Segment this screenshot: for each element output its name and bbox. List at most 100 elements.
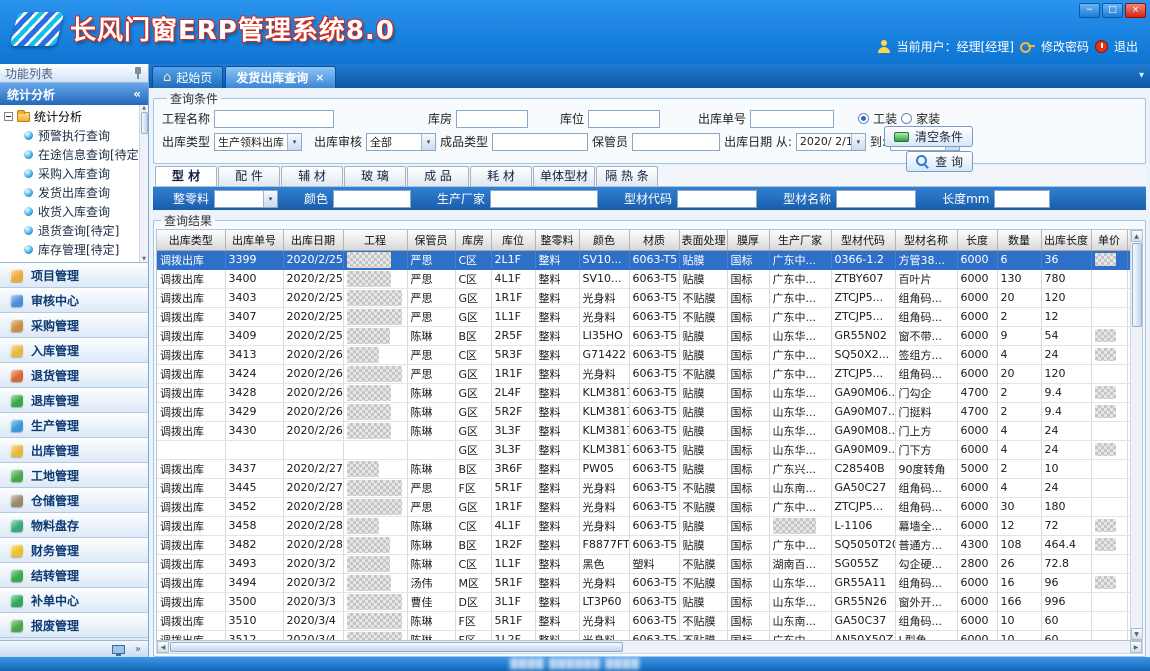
- change-password-link[interactable]: 修改密码: [1041, 38, 1089, 55]
- material-tab-3[interactable]: 辅 材: [281, 166, 343, 186]
- table-row[interactable]: 调拨出库34242020/2/26工地共工程严思G区1R1F整料光身料6063-…: [157, 364, 1130, 383]
- material-tab-7[interactable]: 单体型材: [533, 166, 595, 186]
- sidebar-item-warehouse[interactable]: 仓储管理: [0, 488, 148, 513]
- table-row[interactable]: 调拨出库34282020/2/26石家庄城陈琳G区2L4F整料KLM381760…: [157, 383, 1130, 402]
- tree-item[interactable]: 库存管理[待定]: [0, 240, 148, 259]
- column-header[interactable]: 库位: [491, 230, 535, 250]
- profile-name-input[interactable]: [836, 190, 916, 208]
- keeper-input[interactable]: [632, 133, 720, 151]
- scroll-left-icon[interactable]: ◀: [157, 641, 169, 653]
- sidebar-item-audit[interactable]: 审核中心: [0, 288, 148, 313]
- column-header[interactable]: 单价: [1091, 230, 1127, 250]
- table-row[interactable]: 调拨出库34032020/2/25工地共工程严思G区1R1F整料光身料6063-…: [157, 288, 1130, 307]
- sidebar-item-return-store[interactable]: 退库管理: [0, 388, 148, 413]
- sidebar-item-production[interactable]: 生产管理: [0, 413, 148, 438]
- table-row[interactable]: 调拨出库34582020/2/28华海...陈琳C区4L1F整料光身料6063-…: [157, 516, 1130, 535]
- column-header[interactable]: 颜色: [579, 230, 629, 250]
- column-header[interactable]: 膜厚: [727, 230, 769, 250]
- tree-scrollbar[interactable]: ▲ ▼: [139, 105, 148, 262]
- column-header[interactable]: 库房: [455, 230, 491, 250]
- column-header[interactable]: 材质: [629, 230, 679, 250]
- clear-conditions-button[interactable]: 清空条件: [884, 126, 973, 147]
- tree-item[interactable]: 预警执行查询: [0, 126, 148, 145]
- sidebar-item-supplement[interactable]: 补单中心: [0, 588, 148, 613]
- sidebar-item-scrap[interactable]: 报废管理: [0, 613, 148, 638]
- table-row[interactable]: 调拨出库34302020/2/26石家庄城陈琳G区3L3F整料KLM381760…: [157, 421, 1130, 440]
- expander-icon[interactable]: [4, 112, 13, 121]
- length-input[interactable]: [994, 190, 1050, 208]
- date-from-select[interactable]: 2020/ 2/16 ▾: [796, 133, 866, 151]
- table-row[interactable]: 调拨出库34932020/3/2华海源...陈琳C区1L1F整料黑色塑料不贴膜国…: [157, 554, 1130, 573]
- profile-code-input[interactable]: [677, 190, 757, 208]
- table-row[interactable]: 调拨出库34452020/2/27工地共工程严思F区5R1F整料光身料6063-…: [157, 478, 1130, 497]
- tree-item[interactable]: 退货查询[待定]: [0, 221, 148, 240]
- table-row[interactable]: 调拨出库34132020/2/26南海...严思C区5R3F整料G7142260…: [157, 345, 1130, 364]
- search-button[interactable]: 查 询: [906, 151, 973, 172]
- scroll-down-icon[interactable]: ▼: [142, 256, 146, 262]
- material-tab-2[interactable]: 配 件: [218, 166, 280, 186]
- column-header[interactable]: 表面处理: [679, 230, 727, 250]
- maximize-button[interactable]: □: [1102, 3, 1123, 18]
- tab-home[interactable]: ⌂ 起始页: [152, 66, 223, 88]
- horizontal-scrollbar[interactable]: ◀ ▶: [156, 641, 1143, 654]
- outbound-type-select[interactable]: 生产领料出库 ▾: [214, 133, 302, 151]
- whole-part-select[interactable]: 全部 ▾: [214, 190, 278, 208]
- material-tab-4[interactable]: 玻 璃: [344, 166, 406, 186]
- product-type-input[interactable]: [492, 133, 588, 151]
- tab-overflow-icon[interactable]: ▾: [1139, 70, 1144, 81]
- sidebar-item-return-goods[interactable]: 退货管理: [0, 363, 148, 388]
- audit-select[interactable]: 全部 ▾: [366, 133, 436, 151]
- logout-link[interactable]: 退出: [1114, 38, 1138, 55]
- warehouse-input[interactable]: [456, 110, 528, 128]
- tab-close-icon[interactable]: ×: [313, 71, 324, 84]
- tree-root-statistics[interactable]: 统计分析: [0, 107, 148, 126]
- column-header[interactable]: 出库日期: [283, 230, 343, 250]
- pin-icon[interactable]: [133, 67, 143, 80]
- material-tab-6[interactable]: 耗 材: [470, 166, 532, 186]
- table-row[interactable]: 调拨出库34092020/2/25长沙网...陈琳B区2R5F整料LI35HO6…: [157, 326, 1130, 345]
- column-header[interactable]: 保管员: [407, 230, 455, 250]
- table-row[interactable]: 调拨出库35102020/3/4工地共工程陈琳F区5R1F整料光身料6063-T…: [157, 611, 1130, 630]
- order-no-input[interactable]: [750, 110, 834, 128]
- vertical-scroll-thumb[interactable]: [1132, 243, 1142, 327]
- scroll-thumb[interactable]: [141, 112, 148, 134]
- sidebar-item-inventory[interactable]: 物料盘存: [0, 513, 148, 538]
- scroll-down-icon[interactable]: ▼: [1131, 628, 1143, 640]
- column-header[interactable]: 型材代码: [831, 230, 895, 250]
- tree-item[interactable]: 在途信息查询[待定]: [0, 145, 148, 164]
- column-header[interactable]: 出库类型: [157, 230, 225, 250]
- sidebar-item-carryover[interactable]: 结转管理: [0, 563, 148, 588]
- tab-shipping-outbound-query[interactable]: 发货出库查询 ×: [225, 66, 335, 88]
- table-row[interactable]: 调拨出库34942020/3/2石家辉城汤伟M区5R1F整料光身料6063-T5…: [157, 573, 1130, 592]
- column-header[interactable]: 长度: [957, 230, 997, 250]
- radio-homewear[interactable]: 家装: [901, 110, 940, 127]
- column-header[interactable]: 整零料: [535, 230, 579, 250]
- radio-workwear[interactable]: 工装: [858, 110, 897, 127]
- material-tab-8[interactable]: 隔 热 条: [596, 166, 658, 186]
- tree-item[interactable]: 收货入库查询: [0, 202, 148, 221]
- sidebar-item-site[interactable]: 工地管理: [0, 463, 148, 488]
- table-row[interactable]: 调拨出库34522020/2/28工地共工程严思G区1R1F整料光身料6063-…: [157, 497, 1130, 516]
- sidebar-item-project[interactable]: 项目管理: [0, 263, 148, 288]
- chevrons-right-icon[interactable]: »: [135, 644, 141, 655]
- table-row[interactable]: 调拨出库34822020/2/28华海源...陈琳B区1R2F整料F8877FT…: [157, 535, 1130, 554]
- scroll-up-icon[interactable]: ▲: [142, 105, 146, 111]
- table-row[interactable]: 调拨出库35002020/3/3工地共工程曹佳D区3L1F整料LT3P60606…: [157, 592, 1130, 611]
- column-header[interactable]: 出库长度: [1041, 230, 1091, 250]
- monitor-icon[interactable]: [112, 645, 125, 654]
- table-row[interactable]: 调拨出库33992020/2/25华海源城严思C区2L1F整料SV10...60…: [157, 250, 1130, 269]
- table-row[interactable]: 调拨出库35122020/3/4工地共工程陈琳F区1L2F整料光身料6063-T…: [157, 630, 1130, 640]
- scroll-up-icon[interactable]: ▲: [1131, 230, 1143, 242]
- column-header[interactable]: 工程: [343, 230, 407, 250]
- horizontal-scroll-thumb[interactable]: [170, 642, 623, 652]
- sidebar-item-outbound[interactable]: 出库管理: [0, 438, 148, 463]
- material-tab-5[interactable]: 成 品: [407, 166, 469, 186]
- minimize-button[interactable]: −: [1079, 3, 1100, 18]
- sidebar-item-purchase[interactable]: 采购管理: [0, 313, 148, 338]
- table-row[interactable]: 调拨出库34292020/2/26石家庄城陈琳G区5R2F整料KLM381760…: [157, 402, 1130, 421]
- manufacturer-input[interactable]: [490, 190, 598, 208]
- column-header[interactable]: 生产厂家: [769, 230, 831, 250]
- vertical-scrollbar[interactable]: ▲ ▼: [1130, 230, 1142, 640]
- close-button[interactable]: ×: [1125, 3, 1146, 18]
- material-tab-1[interactable]: 型 材: [155, 166, 217, 186]
